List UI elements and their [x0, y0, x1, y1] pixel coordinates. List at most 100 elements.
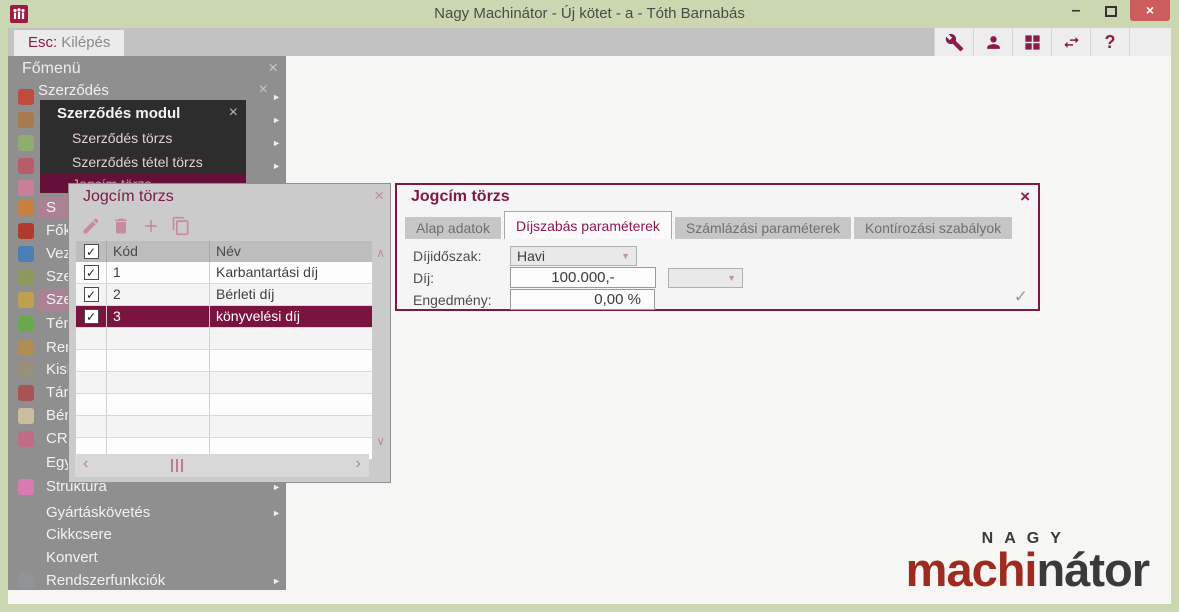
exit-button[interactable]: Esc: Kilépés: [14, 30, 125, 56]
table-row-empty[interactable]: [76, 372, 372, 394]
menu-item-icon: [18, 135, 34, 151]
discount-label: Engedmény:: [413, 291, 492, 308]
edit-pencil-icon: [83, 218, 99, 234]
menu-item-icon: [18, 269, 34, 285]
scroll-down-icon[interactable]: ∨: [376, 434, 385, 448]
row-checkbox[interactable]: ✓: [83, 287, 99, 302]
menu-item-icon: [18, 246, 34, 262]
modules-grid-icon: [1024, 34, 1040, 50]
transfer-button[interactable]: [1051, 28, 1090, 56]
wrench-icon: [945, 33, 963, 51]
menu-item-icon: [18, 180, 34, 196]
fee-parameters-form: Díjidőszak: Havi ▼ Díj: 100.000,- ▼ Enged…: [413, 245, 743, 311]
menu-item-icon: [18, 223, 34, 239]
menu-item-icon: [18, 479, 34, 495]
detail-tabs: Alap adatok Díjszabás paraméterek Számlá…: [405, 211, 1013, 239]
scrollbar-grip[interactable]: [171, 459, 183, 472]
main-menu-close-icon[interactable]: ×: [268, 58, 278, 78]
user-button[interactable]: [973, 28, 1012, 56]
settings-button[interactable]: [934, 28, 973, 56]
menu-item[interactable]: Konvert: [8, 547, 286, 569]
scroll-right-icon[interactable]: ›: [356, 455, 361, 473]
fee-input[interactable]: 100.000,-: [510, 267, 656, 288]
modules-button[interactable]: [1012, 28, 1051, 56]
period-dropdown[interactable]: Havi ▼: [510, 245, 637, 266]
menu-item-contract-line-master[interactable]: Szerződés tétel törzs: [40, 152, 246, 172]
table-row-empty[interactable]: [76, 350, 372, 372]
currency-dropdown[interactable]: ▼: [668, 267, 743, 288]
maximize-button[interactable]: [1105, 6, 1117, 17]
scroll-up-icon[interactable]: ∧: [376, 246, 385, 260]
legal-title-detail-window: Jogcím törzs × Alap adatok Díjszabás par…: [395, 183, 1040, 311]
menu-item-icon: [18, 112, 34, 128]
table-row[interactable]: ✓ 2 Bérleti díj: [76, 284, 372, 306]
check-icon: ✓: [85, 265, 97, 280]
contract-module-close-icon[interactable]: ×: [229, 104, 238, 122]
table-row[interactable]: ✓ 1 Karbantartási díj: [76, 262, 372, 284]
horizontal-scrollbar[interactable]: ‹ ›: [75, 454, 369, 477]
submenu-arrow-icon: ►: [272, 92, 281, 102]
menu-item[interactable]: Gyártáskövetés ►: [8, 502, 286, 524]
edit-button[interactable]: [81, 216, 101, 241]
confirm-check-icon[interactable]: ✓: [1014, 287, 1028, 307]
menu-item-icon: [18, 362, 34, 378]
table-row-empty[interactable]: [76, 328, 372, 350]
discount-input[interactable]: 0,00 %: [510, 289, 655, 310]
submenu-arrow-icon: ►: [272, 576, 281, 586]
select-all-checkbox[interactable]: ✓: [83, 244, 99, 259]
copy-button[interactable]: [171, 216, 191, 241]
table-header-row: ✓ Kód Név: [76, 241, 372, 262]
menu-item-icon: [18, 408, 34, 424]
chevron-down-icon: ▼: [727, 272, 736, 283]
exit-label: Kilépés: [61, 34, 111, 51]
menu-item-icon: [18, 550, 34, 566]
menu-item-icon: [18, 527, 34, 543]
menu-item[interactable]: Rendszerfunkciók ►: [8, 570, 286, 592]
tab-szamlazasi-parameterek[interactable]: Számlázási paraméterek: [674, 217, 851, 239]
menu-item-icon: [18, 385, 34, 401]
list-toolbar: [81, 216, 191, 241]
main-menu-title: Főmenü: [22, 60, 81, 77]
submenu-arrow-icon: ►: [272, 508, 281, 518]
menu-item-contract-master[interactable]: Szerződés törzs: [40, 128, 246, 148]
table-row-empty[interactable]: [76, 416, 372, 438]
legal-title-list-window: Jogcím törzs × ✓ Kód Név ✓ 1 Karbantartá…: [68, 183, 391, 483]
delete-trash-icon: [115, 218, 127, 234]
menu-item-icon: [18, 316, 34, 332]
add-plus-icon: [145, 220, 157, 232]
chevron-down-icon: ▼: [621, 250, 630, 261]
row-checkbox[interactable]: ✓: [83, 309, 99, 324]
minimize-button[interactable]: –: [1065, 2, 1087, 22]
column-header-nev[interactable]: Név: [209, 241, 372, 262]
title-bar: Nagy Machinátor - Új kötet - a - Tóth Ba…: [0, 0, 1179, 28]
help-button[interactable]: ?: [1090, 28, 1129, 56]
copy-icon: [172, 216, 189, 236]
tab-kontirozasi-szabalyok[interactable]: Kontírozási szabályok: [853, 217, 1013, 239]
submenu-arrow-icon: ►: [272, 138, 281, 148]
tab-alap-adatok[interactable]: Alap adatok: [405, 217, 501, 239]
check-icon: ✓: [85, 309, 97, 324]
scroll-left-icon[interactable]: ‹: [83, 455, 88, 473]
fee-label: Díj:: [413, 269, 434, 286]
delete-button[interactable]: [111, 216, 131, 241]
detail-window-title: Jogcím törzs: [411, 188, 510, 205]
submenu-arrow-icon: ►: [272, 161, 281, 171]
menu-item-icon: [18, 158, 34, 174]
list-window-close-icon[interactable]: ×: [374, 186, 384, 206]
table-row-selected[interactable]: ✓ 3 könyvelési díj: [76, 306, 372, 328]
tab-dijszabas-parameterek[interactable]: Díjszabás paraméterek: [503, 211, 672, 239]
brand-logo-main-text: machinátor: [905, 543, 1150, 596]
swap-arrows-icon: [1063, 36, 1079, 48]
esc-key-label: Esc:: [28, 34, 58, 51]
contract-module-menu: Szerződés modul × Szerződés törzs Szerző…: [40, 100, 246, 193]
list-window-title: Jogcím törzs: [83, 188, 174, 205]
menu-item[interactable]: Cikkcsere: [8, 524, 286, 546]
column-header-kod[interactable]: Kód: [106, 241, 209, 262]
menu-item-icon: [18, 505, 34, 521]
add-button[interactable]: [141, 216, 161, 241]
app-window: Nagy Machinátor - Új kötet - a - Tóth Ba…: [0, 0, 1179, 612]
row-checkbox[interactable]: ✓: [83, 265, 99, 280]
close-button[interactable]: ×: [1130, 0, 1170, 21]
detail-window-close-icon[interactable]: ×: [1020, 187, 1030, 207]
table-row-empty[interactable]: [76, 394, 372, 416]
